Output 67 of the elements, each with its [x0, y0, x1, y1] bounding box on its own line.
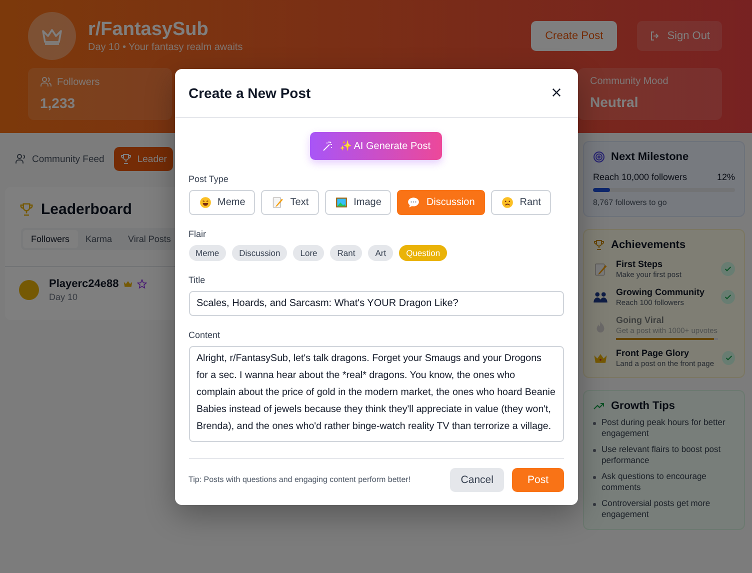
close-icon — [550, 87, 562, 98]
bullet-icon — [593, 449, 596, 452]
framed-picture-icon — [334, 196, 348, 208]
frowning-face-icon — [500, 196, 514, 208]
tip-text: Tip: Posts with questions and engaging content perform better! — [188, 475, 412, 484]
laughing-face-icon — [198, 196, 212, 208]
content-field[interactable]: Alright, r/FantasySub, let's talk dragons. Forget your Smaugs and your Drogons for a sec. I wanna hear about the *real* dragons. You know, the ones who complain about the price of gold in the modern market, the ones who hoard Beanie Babies instead of jewels because they think they'll appreciate in value (they won't, Brenda), and the ones who'd rather binge-watch reality TV than terrorize a village. — [188, 346, 564, 442]
tip-text: Controversial posts get more engagement — [602, 498, 712, 520]
bullet-icon — [593, 476, 596, 479]
card-title: Next Milestone — [611, 151, 689, 163]
dialog-title: Create a New Post — [188, 84, 311, 100]
tip-text: Ask questions to encourage comments — [602, 471, 708, 494]
crown-icon — [122, 279, 133, 289]
trophy-icon — [19, 202, 34, 217]
community-title: r/FantasySub — [88, 19, 210, 41]
stat-value: Neutral — [590, 94, 640, 110]
stat-label: Community Mood — [590, 76, 668, 87]
field-label: Post Type — [188, 174, 230, 184]
people-icon — [40, 76, 52, 88]
achievement-title: Growing Community — [616, 287, 706, 297]
field-label: Flair — [188, 228, 207, 238]
ai-generate-button[interactable]: ✨ AI Generate Post — [310, 132, 442, 160]
flair-chip[interactable]: Lore — [293, 244, 324, 260]
leaderboard-tab[interactable]: Followers — [23, 230, 78, 248]
leaderboard-title: Leaderboard — [41, 201, 132, 218]
achievement-title: First Steps — [616, 259, 664, 269]
trend-up-icon — [593, 400, 605, 412]
card-title: Growth Tips — [611, 400, 675, 412]
sign-out-icon — [649, 30, 662, 42]
player-avatar — [19, 280, 39, 300]
milestone-note: 8,767 followers to go — [593, 198, 668, 207]
post-type-button[interactable]: Image — [324, 190, 392, 214]
post-type-button[interactable]: Rant — [490, 190, 551, 214]
memo-icon — [271, 196, 284, 208]
target-icon — [593, 151, 605, 163]
milestone-percent: 12% — [716, 172, 735, 182]
player-name: Playerc24e88 — [49, 278, 119, 290]
title-field[interactable]: Scales, Hoards, and Sarcasm: What's YOUR Dragon Like? — [188, 290, 564, 316]
trophy-icon — [593, 239, 605, 251]
post-type-button[interactable]: Meme — [188, 190, 256, 214]
player-day: Day 10 — [49, 292, 147, 302]
bullet-icon — [593, 422, 596, 424]
flair-chip[interactable]: Meme — [188, 244, 226, 260]
people-icon — [15, 153, 27, 165]
star-icon — [136, 279, 147, 289]
milestone-label: Reach 10,000 followers — [593, 172, 688, 182]
achievement-title: Going Viral — [616, 315, 665, 325]
community-subtitle: Day 10 • Your fantasy realm awaits — [88, 42, 244, 53]
trophy-icon — [120, 153, 132, 165]
tip-text: Use relevant flairs to boost post performance — [602, 444, 722, 466]
flair-chip[interactable]: Art — [368, 244, 394, 260]
flair-chip[interactable]: Discussion — [232, 244, 288, 260]
people-icon — [593, 290, 608, 304]
field-label: Title — [188, 274, 206, 284]
cancel-button[interactable]: Cancel — [450, 468, 504, 492]
stat-value: 1,233 — [40, 95, 76, 111]
flair-chip[interactable]: Rant — [330, 244, 362, 260]
bullet-icon — [593, 503, 596, 506]
magic-wand-icon — [322, 140, 334, 152]
memo-icon — [593, 262, 608, 276]
post-type-button[interactable]: Text — [261, 190, 319, 214]
speech-bubble-icon — [407, 196, 420, 208]
field-label: Content — [188, 330, 222, 340]
stat-label: Followers — [57, 76, 100, 88]
tip-text: Post during peak hours for better engagement — [602, 417, 726, 440]
card-title: Achievements — [611, 239, 686, 251]
achievement-title: Front Page Glory — [616, 348, 690, 358]
